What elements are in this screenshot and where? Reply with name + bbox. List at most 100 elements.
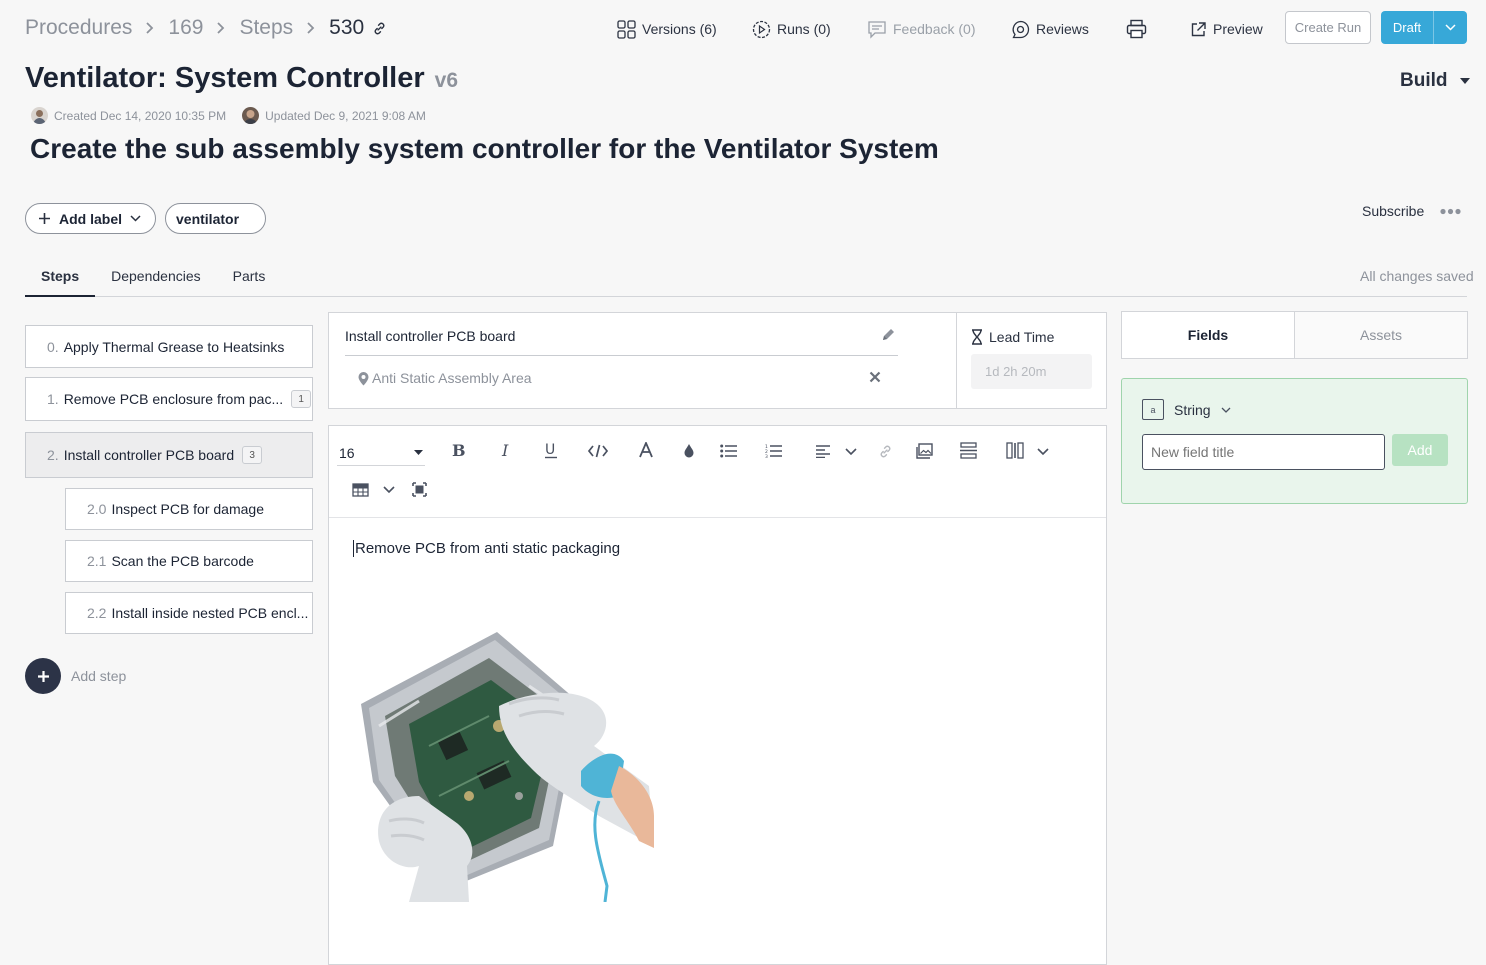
bold-icon[interactable]: B (451, 442, 465, 458)
chevron-down-icon (130, 215, 141, 222)
add-field-button[interactable]: Add (1392, 434, 1448, 466)
substep-count-badge: 3 (242, 446, 263, 464)
tab-steps[interactable]: Steps (25, 262, 96, 297)
pencil-icon[interactable] (881, 327, 896, 342)
svg-text:3: 3 (765, 454, 768, 458)
substep-number: 2.0 (87, 501, 107, 517)
field-title-input[interactable] (1142, 434, 1385, 470)
review-icon (1011, 20, 1030, 39)
table-icon[interactable] (352, 483, 369, 497)
tab-fields[interactable]: Fields (1122, 312, 1295, 358)
lead-time-label: Lead Time (971, 329, 1054, 345)
version-label: v6 (434, 69, 459, 92)
image-icon[interactable] (916, 443, 933, 459)
step-number: 0. (47, 338, 59, 355)
underline-icon[interactable]: U (543, 441, 559, 459)
tab-dependencies[interactable]: Dependencies (95, 262, 217, 297)
horizontal-rule-icon[interactable] (960, 442, 977, 459)
substep-number: 2.2 (87, 605, 107, 621)
chevron-down-icon[interactable] (845, 448, 857, 456)
plus-icon (25, 658, 61, 694)
play-circle-icon (752, 20, 771, 39)
mode-label: Build (1400, 70, 1448, 91)
tab-assets[interactable]: Assets (1295, 312, 1467, 358)
chevron-right-icon (307, 22, 315, 34)
breadcrumb-steps[interactable]: Steps (239, 16, 293, 40)
substep-item[interactable]: 2.0 Inspect PCB for damage (65, 488, 313, 530)
font-size-select[interactable]: 16 (337, 440, 425, 466)
pcb-packaging-image[interactable] (349, 596, 654, 902)
substep-label: Inspect PCB for damage (111, 501, 264, 517)
print-button[interactable] (1126, 16, 1147, 42)
step-item-active[interactable]: 2. Install controller PCB board 3 (25, 432, 313, 478)
step-number: 1. (47, 391, 59, 407)
create-run-button[interactable]: Create Run (1285, 11, 1371, 44)
step-label: Install controller PCB board (63, 447, 235, 463)
substep-label: Install inside nested PCB encl... (111, 605, 309, 621)
chevron-down-icon[interactable] (383, 486, 395, 494)
draft-status-button[interactable]: Draft (1381, 11, 1467, 44)
chevron-down-icon (1221, 407, 1231, 413)
subscribe-button[interactable]: Subscribe (1362, 203, 1424, 219)
font-color-icon[interactable] (638, 442, 654, 458)
caret-down-icon (1459, 78, 1470, 84)
svg-text:I: I (501, 442, 509, 458)
image-crop-icon[interactable] (412, 482, 427, 497)
columns-icon[interactable] (1006, 442, 1024, 459)
created-date: Created Dec 14, 2020 10:35 PM (54, 108, 227, 123)
breadcrumb-procedure-id[interactable]: 169 (168, 16, 203, 40)
step-item[interactable]: 1. Remove PCB enclosure from pac... 1 (25, 377, 313, 421)
svg-text:B: B (452, 442, 465, 458)
close-icon[interactable] (869, 371, 881, 383)
code-icon[interactable] (588, 444, 608, 458)
substep-item[interactable]: 2.1 Scan the PCB barcode (65, 540, 313, 582)
string-type-icon: a (1142, 399, 1164, 420)
numbered-list-icon[interactable]: 123 (765, 444, 782, 458)
save-status: All changes saved (1360, 268, 1474, 284)
versions-icon (617, 19, 636, 39)
versions-button[interactable]: Versions (6) (617, 16, 717, 42)
breadcrumb-procedures[interactable]: Procedures (25, 16, 132, 40)
more-options-icon[interactable] (1440, 207, 1461, 216)
substep-number: 2.1 (87, 553, 107, 569)
font-size-value: 16 (339, 444, 355, 461)
feedback-button[interactable]: Feedback (0) (867, 16, 975, 42)
caret-down-icon (414, 450, 423, 455)
runs-button[interactable]: Runs (0) (752, 16, 831, 42)
bullet-list-icon[interactable] (720, 444, 737, 458)
fields-assets-tabs: Fields Assets (1121, 311, 1468, 359)
chevron-right-icon (146, 22, 154, 34)
reviews-button[interactable]: Reviews (1011, 16, 1089, 42)
step-item[interactable]: 0. Apply Thermal Grease to Heatsinks (25, 325, 313, 368)
label-chip[interactable]: ventilator (165, 203, 266, 234)
procedure-meta: Created Dec 14, 2020 10:35 PM Updated De… (31, 107, 426, 124)
step-name-field[interactable]: Install controller PCB board (345, 328, 515, 344)
add-label-button[interactable]: Add label (25, 203, 156, 234)
lead-time-input[interactable]: 1d 2h 20m (971, 354, 1092, 389)
chevron-down-icon[interactable] (1037, 448, 1049, 456)
add-step-button[interactable]: Add step (25, 658, 126, 694)
new-field-form: a String Add (1121, 378, 1468, 504)
highlight-color-icon[interactable] (683, 443, 695, 458)
link-icon[interactable] (372, 21, 387, 36)
link-icon[interactable] (878, 444, 893, 459)
italic-icon[interactable]: I (500, 442, 512, 458)
substep-item[interactable]: 2.2 Install inside nested PCB encl... (65, 592, 313, 634)
step-number: 2. (47, 447, 59, 463)
mode-dropdown[interactable]: Build (1400, 70, 1470, 92)
align-left-icon[interactable] (816, 444, 830, 458)
chevron-right-icon (217, 22, 225, 34)
substep-count-badge: 1 (291, 390, 312, 408)
add-step-label: Add step (71, 668, 127, 684)
step-label: Remove PCB enclosure from pac... (63, 391, 284, 407)
comment-icon (867, 20, 887, 39)
breadcrumb: Procedures 169 Steps 530 (25, 14, 387, 42)
chevron-down-icon[interactable] (1434, 24, 1467, 31)
procedure-title: Ventilator: System Controller v6 (25, 62, 458, 95)
tab-parts[interactable]: Parts (217, 262, 282, 297)
location-tag[interactable]: Anti Static Assembly Area (357, 370, 532, 386)
field-type-select[interactable]: a String (1142, 399, 1231, 420)
procedure-description[interactable]: Create the sub assembly system controlle… (30, 133, 939, 165)
editor-content-text[interactable]: Remove PCB from anti static packaging (353, 540, 620, 557)
preview-button[interactable]: Preview (1190, 16, 1263, 42)
